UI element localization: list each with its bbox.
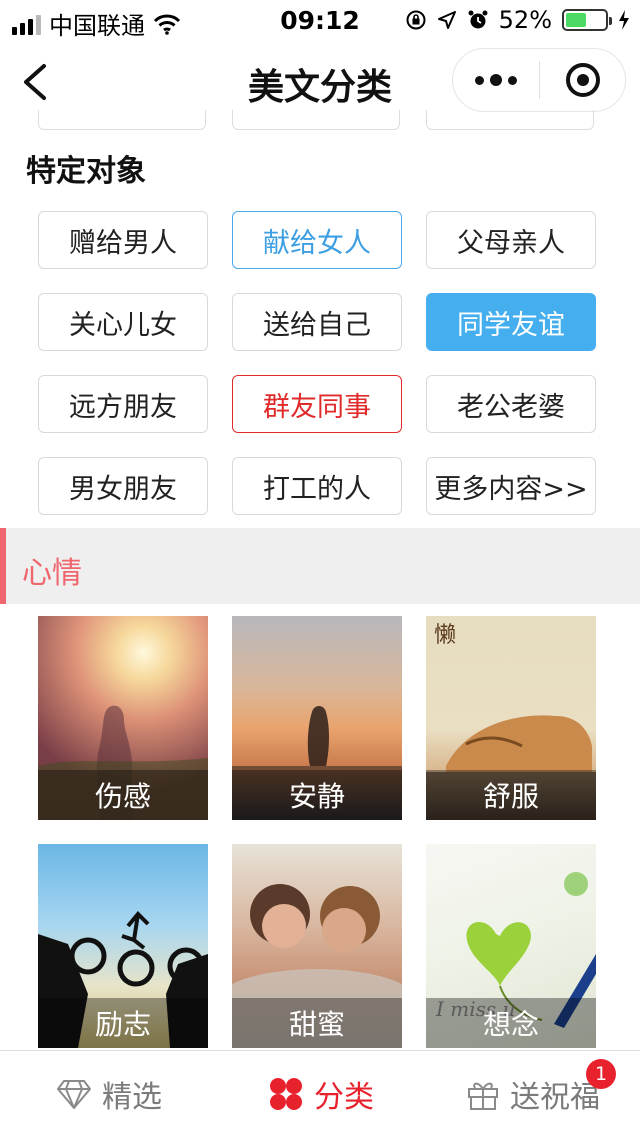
more-content-button[interactable]: 更多内容>>: [426, 457, 596, 515]
battery-percent: 52%: [498, 6, 552, 34]
mood-card[interactable]: I miss u 想念: [426, 844, 596, 1048]
tag-item[interactable]: 打工的人: [232, 457, 402, 515]
tag-item[interactable]: 献给女人: [232, 211, 402, 269]
charging-bolt-icon: [619, 10, 629, 30]
tag-item[interactable]: 老公老婆: [426, 375, 596, 433]
tag-item[interactable]: 同学友谊: [426, 293, 596, 351]
more-dots-icon: [475, 75, 484, 85]
mood-card[interactable]: 伤感: [38, 616, 208, 820]
more-button[interactable]: [453, 49, 539, 111]
previous-tag-row-cutoff: [0, 110, 640, 132]
mood-card-label: 励志: [38, 998, 208, 1048]
close-button[interactable]: [540, 49, 625, 111]
mood-card-label: 舒服: [426, 770, 596, 820]
tag-item[interactable]: 群友同事: [232, 375, 402, 433]
four-petal-icon: [270, 1078, 302, 1110]
alarm-icon: [468, 10, 488, 29]
rotation-lock-icon: [406, 10, 426, 30]
tag-item[interactable]: 送给自己: [232, 293, 402, 351]
tab-categories[interactable]: 分类: [268, 1051, 374, 1136]
tab-bar: 精选 分类 送祝福: [0, 1050, 640, 1136]
mood-card-label: 想念: [426, 998, 596, 1048]
mood-card-label: 甜蜜: [232, 998, 402, 1048]
mood-card-label: 安静: [232, 770, 402, 820]
tab-featured[interactable]: 精选: [56, 1051, 162, 1136]
tab-send-blessings[interactable]: 送祝福: [466, 1051, 600, 1136]
tag-item[interactable]: 男女朋友: [38, 457, 208, 515]
mood-card-grid: 伤感 安静 懒 舒服 励志 甜蜜 I miss u 想念: [38, 616, 598, 1048]
tag-item[interactable]: 远方朋友: [38, 375, 208, 433]
battery-icon: [562, 9, 612, 31]
mood-card-label: 伤感: [38, 770, 208, 820]
svg-text:懒: 懒: [434, 623, 456, 648]
tab-label: 分类: [314, 1080, 374, 1115]
gift-icon: [468, 1082, 498, 1110]
status-bar: 中国联通 09:12 52%: [0, 0, 640, 40]
tag-item[interactable]: 父母亲人: [426, 211, 596, 269]
tag-item[interactable]: 赠给男人: [38, 211, 208, 269]
target-circle-icon: [565, 63, 600, 97]
notification-badge: 1: [586, 1059, 616, 1089]
tag-item[interactable]: 关心儿女: [38, 293, 208, 351]
tag-grid: 赠给男人 献给女人 父母亲人 关心儿女 送给自己 同学友谊 远方朋友 群友同事 …: [38, 211, 598, 515]
mood-card[interactable]: 安静: [232, 616, 402, 820]
battery-fill: [566, 13, 586, 27]
mood-card[interactable]: 励志: [38, 844, 208, 1048]
mood-card[interactable]: 懒 舒服: [426, 616, 596, 820]
location-arrow-icon: [437, 11, 456, 29]
section-title: 特定对象: [26, 154, 146, 189]
section-accent-bar: [0, 528, 6, 604]
status-right: 52%: [405, 6, 630, 34]
miniprogram-capsule: [452, 48, 626, 112]
mood-card[interactable]: 甜蜜: [232, 844, 402, 1048]
mood-section-header: 心情: [0, 528, 640, 604]
mood-section-title: 心情: [22, 556, 82, 591]
diamond-icon: [57, 1080, 91, 1109]
tab-label: 精选: [102, 1080, 162, 1115]
